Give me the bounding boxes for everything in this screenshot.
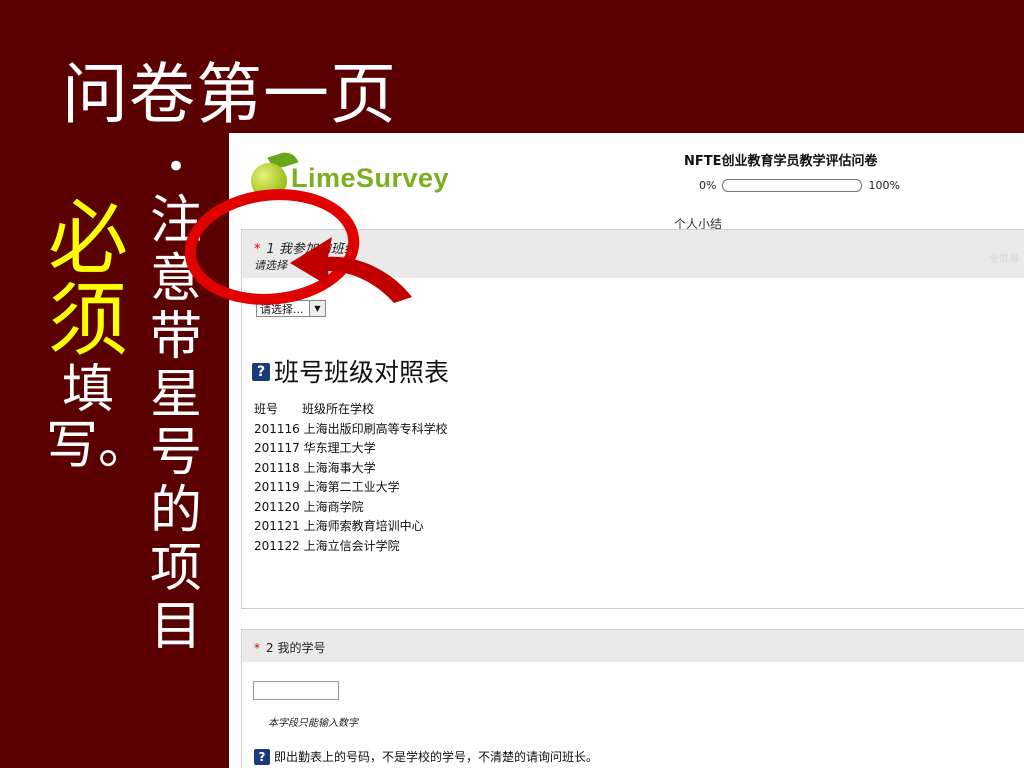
progress-start-label: 0% (699, 179, 717, 192)
table-cell: 201122 (254, 538, 300, 553)
question-1-text: 我参加的班级 (278, 242, 357, 257)
table-row: 201117 华东理工大学 (254, 439, 448, 459)
table-cell: 上海第二工业大学 (303, 480, 400, 494)
table-header-cell: 班号 (254, 402, 279, 416)
question-1-header: * 1 我参加的班级 请选择 全屏幕 (242, 230, 1024, 278)
table-row: 201119 上海第二工业大学 (254, 478, 448, 498)
student-number-input[interactable] (253, 681, 339, 700)
table-row: 201118 上海海事大学 (254, 459, 448, 479)
table-header-cell: 班级所在学校 (302, 402, 375, 416)
table-cell: 华东理工大学 (303, 441, 376, 455)
table-cell: 201121 (254, 519, 300, 533)
table-row: 201122 上海立信会计学院 (254, 537, 448, 557)
required-star: * (254, 641, 260, 655)
table-cell: 上海海事大学 (303, 460, 376, 475)
question-1-help: 请选择 (254, 259, 287, 272)
class-table-heading: 班号班级对照表 (274, 358, 450, 387)
question-2-note-text: 即出勤表上的号码，不是学校的学号，不清楚的请询问班长。 (274, 750, 599, 764)
table-row: 201121 上海师索教育培训中心 (254, 517, 448, 537)
required-star: * (254, 242, 261, 257)
table-cell: 上海师索教育培训中心 (303, 519, 424, 533)
question-2-header: * 2 我的学号 (242, 630, 1024, 662)
help-icon: ? (254, 748, 270, 765)
limesurvey-logo: LimeSurvey (243, 149, 449, 199)
table-cell: 201118 (254, 460, 300, 475)
survey-screenshot: LimeSurvey NFTE创业教育学员教学评估问卷 0% 100% 个人小结… (229, 133, 1024, 768)
table-row: 201120 上海商学院 (254, 498, 448, 518)
class-table-title: ? 班号班级对照表 (252, 345, 449, 387)
required-emphasis: 必须 (48, 192, 128, 367)
table-cell: 201120 (254, 499, 300, 514)
question-2-text: 我的学号 (277, 641, 326, 655)
table-cell: 上海立信会计学院 (303, 538, 400, 553)
question-2: * 2 我的学号 本字段只能输入数字 ? 即出勤表上的号码，不是学校的学号，不清楚… (241, 629, 1024, 768)
progress-bar: 0% 100% (699, 179, 900, 192)
survey-title: NFTE创业教育学员教学评估问卷 (684, 154, 878, 169)
logo-lime-icon (251, 163, 287, 199)
logo-text: LimeSurvey (291, 163, 450, 193)
required-rest: 填写。 (46, 360, 151, 476)
class-select[interactable]: 请选择... ▼ (256, 300, 326, 317)
question-2-label: * 2 我的学号 (254, 639, 325, 656)
help-icon: ? (252, 363, 270, 381)
table-cell: 201116 (254, 421, 300, 436)
bullet-note: • 注意带星号的项目 (148, 150, 204, 656)
chevron-down-icon[interactable]: ▼ (309, 301, 325, 316)
progress-end-label: 100% (868, 179, 900, 192)
table-row: 201116 上海出版印刷高等专科学校 (254, 420, 448, 440)
table-header-row: 班号 班级所在学校 (254, 400, 448, 420)
question-2-help: 本字段只能输入数字 (268, 718, 358, 729)
question-2-number: 2 (266, 641, 274, 655)
table-cell: 上海出版印刷高等专科学校 (303, 421, 448, 436)
bullet-text: 注意带星号的项目 (149, 191, 202, 657)
progress-track (722, 179, 863, 192)
question-1-number: 1 (266, 242, 275, 257)
question-1-label: * 1 我参加的班级 (254, 238, 357, 257)
question-1: * 1 我参加的班级 请选择 全屏幕 请选择... ▼ ? 班号班级对照表 班号班… (241, 229, 1024, 609)
table-cell: 201117 (254, 441, 300, 455)
question-2-note: ? 即出勤表上的号码，不是学校的学号，不清楚的请询问班长。 (254, 748, 598, 765)
class-select-value: 请选择... (260, 303, 304, 316)
class-table: 班号 班级所在学校 201116 上海出版印刷高等专科学校 201117 华东理工… (254, 400, 448, 556)
required-note: 必须 填写。 (46, 192, 151, 476)
table-cell: 上海商学院 (303, 499, 364, 514)
slide-title: 问卷第一页 (62, 56, 397, 133)
question-1-right-hint: 全屏幕 (989, 254, 1019, 265)
bullet-dot: • (165, 147, 187, 187)
table-cell: 201119 (254, 480, 300, 494)
